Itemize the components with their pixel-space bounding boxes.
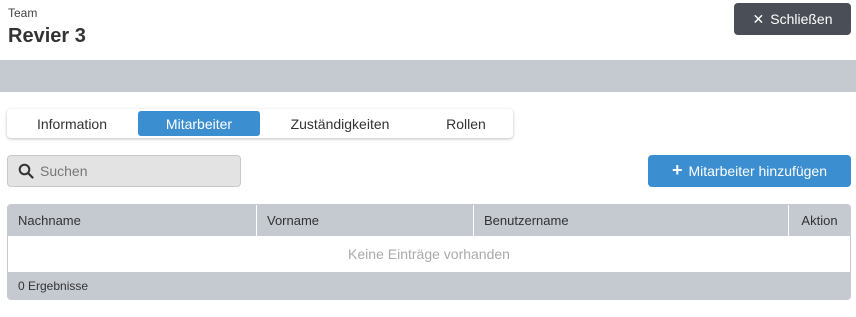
column-header-aktion: Aktion bbox=[801, 213, 838, 228]
tab-label: Mitarbeiter bbox=[165, 115, 233, 132]
empty-message: Keine Einträge vorhanden bbox=[348, 246, 510, 262]
close-icon: ✕ bbox=[752, 11, 765, 27]
employee-table: Nachname Vorname Benutzername Aktion Kei… bbox=[7, 204, 851, 300]
column-header-vorname[interactable]: Vorname bbox=[257, 205, 474, 236]
close-button[interactable]: ✕ Schließen bbox=[734, 3, 851, 35]
search-icon bbox=[18, 163, 34, 179]
tab-label: Information bbox=[36, 115, 108, 132]
tab-zustaendigkeiten[interactable]: Zuständigkeiten bbox=[273, 111, 407, 136]
search-box[interactable] bbox=[7, 155, 241, 187]
column-header-nachname[interactable]: Nachname bbox=[8, 205, 257, 236]
tab-mitarbeiter[interactable]: Mitarbeiter bbox=[138, 111, 260, 136]
page-title: Revier 3 bbox=[8, 25, 86, 47]
table-header: Nachname Vorname Benutzername Aktion bbox=[8, 205, 850, 236]
search-input[interactable] bbox=[40, 163, 230, 179]
column-header-benutzername[interactable]: Benutzername bbox=[474, 205, 789, 236]
tab-bar: Information Mitarbeiter Zuständigkeiten … bbox=[7, 109, 513, 138]
results-count: 0 Ergebnisse bbox=[8, 272, 850, 299]
page-header: Team Revier 3 ✕ Schließen bbox=[0, 0, 856, 60]
add-employee-button-label: Mitarbeiter hinzufügen bbox=[688, 163, 828, 179]
page-eyebrow: Team bbox=[8, 6, 38, 20]
add-employee-button[interactable]: + Mitarbeiter hinzufügen bbox=[648, 155, 851, 187]
plus-icon: + bbox=[671, 160, 683, 180]
tab-label: Zuständigkeiten bbox=[290, 115, 390, 132]
tab-label: Rollen bbox=[446, 115, 486, 132]
tab-rollen[interactable]: Rollen bbox=[419, 111, 513, 136]
tab-information[interactable]: Information bbox=[15, 111, 129, 136]
close-button-label: Schließen bbox=[770, 11, 833, 27]
header-band bbox=[0, 60, 856, 92]
